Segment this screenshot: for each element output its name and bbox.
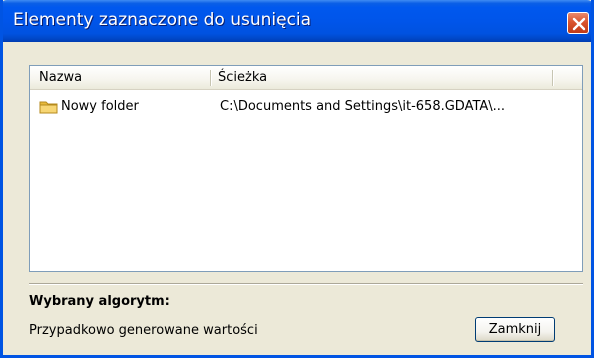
- item-name: Nowy folder: [61, 99, 139, 114]
- close-button[interactable]: Zamknij: [475, 317, 555, 342]
- algorithm-value: Przypadkowo generowane wartości: [29, 323, 258, 338]
- dialog-window: Elementy zaznaczone do usunięcia Nazwa Ś…: [0, 0, 594, 358]
- folder-icon: [39, 101, 58, 114]
- title-bar[interactable]: Elementy zaznaczone do usunięcia: [3, 0, 591, 42]
- item-path: C:\Documents and Settings\it-658.GDATA\.…: [220, 99, 506, 114]
- column-header-name[interactable]: Nazwa: [39, 66, 82, 89]
- listview-header: Nazwa Ścieżka: [30, 66, 582, 90]
- divider: [29, 283, 583, 285]
- column-header-path[interactable]: Ścieżka: [218, 66, 267, 89]
- close-icon: [572, 17, 586, 31]
- window-title: Elementy zaznaczone do usunięcia: [13, 10, 312, 30]
- window-close-button[interactable]: [567, 12, 589, 34]
- column-divider[interactable]: [552, 70, 553, 86]
- algorithm-label: Wybrany algorytm:: [29, 294, 170, 309]
- list-item[interactable]: Nowy folder C:\Documents and Settings\it…: [30, 96, 582, 118]
- column-divider[interactable]: [210, 70, 211, 86]
- items-listview[interactable]: Nazwa Ścieżka Nowy folder C:\Documents a…: [29, 65, 583, 272]
